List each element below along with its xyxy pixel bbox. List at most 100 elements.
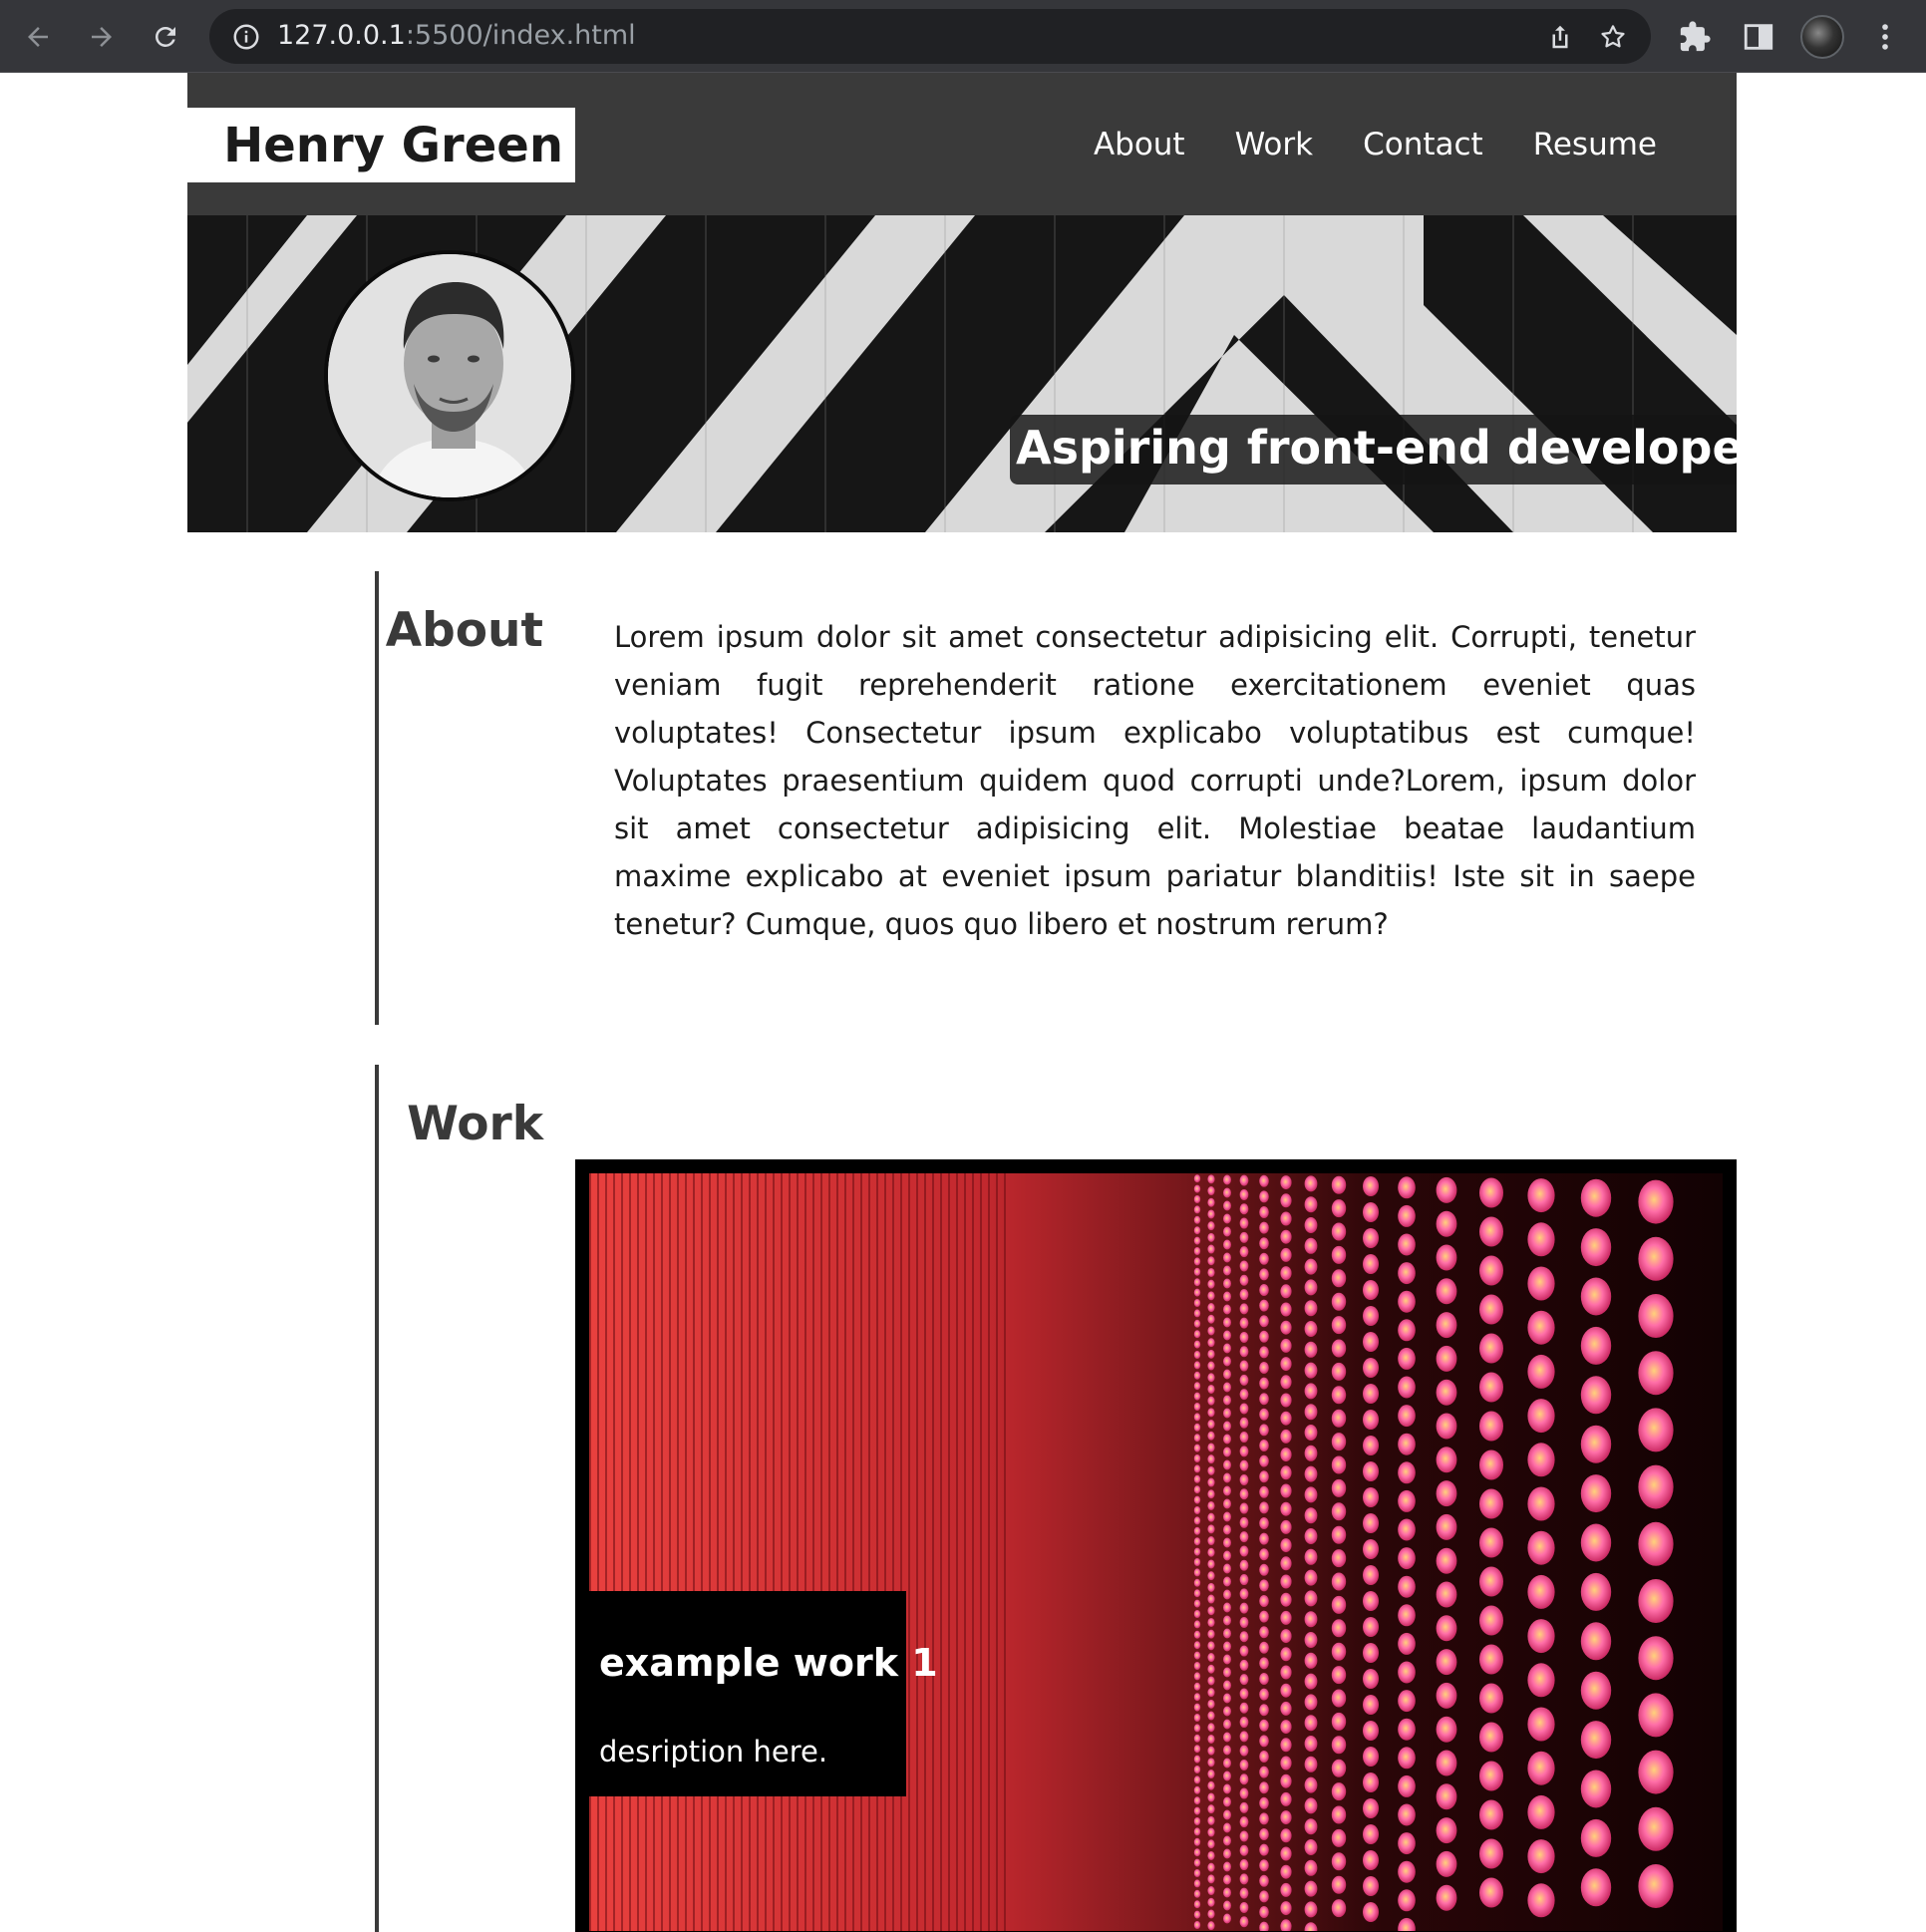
led-dot [1223, 1239, 1231, 1250]
led-dot [1331, 1199, 1347, 1218]
led-dot [1239, 1787, 1249, 1799]
led-dot [1363, 1358, 1379, 1378]
led-dot [1527, 1751, 1555, 1785]
led-dot [1193, 1714, 1201, 1722]
led-dot [1239, 1916, 1249, 1928]
led-dot [1280, 1429, 1292, 1444]
led-dot [1304, 1632, 1318, 1648]
led-dot [1239, 1545, 1249, 1557]
led-dot [1580, 1178, 1612, 1217]
led-dot [1259, 1408, 1269, 1421]
led-dot [1223, 1822, 1231, 1833]
led-dot [1398, 1518, 1416, 1541]
nav-link-resume[interactable]: Resume [1533, 123, 1657, 166]
led-dot [1331, 1455, 1347, 1474]
led-dot [1193, 1879, 1201, 1888]
led-dot [1223, 1174, 1231, 1185]
led-dot [1436, 1176, 1457, 1203]
led-dot [1363, 1669, 1379, 1689]
led-dot [1363, 1306, 1379, 1326]
led-dot [1304, 1548, 1318, 1565]
led-dot [1193, 1464, 1201, 1473]
led-dot [1479, 1488, 1503, 1519]
share-icon[interactable] [1545, 22, 1575, 52]
led-dot [1436, 1480, 1457, 1507]
led-dot [1398, 1547, 1416, 1570]
led-dot [1223, 1537, 1231, 1548]
led-dot [1436, 1581, 1457, 1608]
led-dot [1223, 1745, 1231, 1756]
led-dot [1207, 1909, 1215, 1919]
led-dot [1363, 1824, 1379, 1844]
led-dot [1259, 1548, 1269, 1561]
led-dot [1436, 1513, 1457, 1540]
extensions-puzzle-icon[interactable] [1678, 20, 1712, 54]
led-dot [1193, 1174, 1201, 1183]
led-dot [1304, 1673, 1318, 1690]
profile-avatar[interactable] [1800, 15, 1844, 59]
led-dot [1223, 1654, 1231, 1665]
led-dot [1479, 1333, 1503, 1364]
led-dot [1207, 1653, 1215, 1663]
nav-link-work[interactable]: Work [1235, 123, 1314, 166]
led-dot [1638, 1351, 1674, 1396]
reload-button[interactable] [146, 17, 185, 57]
led-dot [1259, 1440, 1269, 1451]
led-dot [1580, 1622, 1612, 1661]
led-dot [1239, 1260, 1249, 1272]
led-dot [1280, 1247, 1292, 1262]
led-dot [1280, 1320, 1292, 1335]
led-dot [1239, 1531, 1249, 1543]
led-dot [1259, 1595, 1269, 1607]
led-dot [1223, 1447, 1231, 1457]
side-panel-icon[interactable] [1742, 20, 1775, 54]
back-button[interactable] [18, 17, 58, 57]
forward-button[interactable] [82, 17, 122, 57]
browser-toolbar: 127.0.0.1:5500/index.html [0, 0, 1926, 73]
led-dot [1363, 1202, 1379, 1222]
led-dot [1239, 1731, 1249, 1743]
led-dot [1193, 1247, 1201, 1255]
led-dot [1259, 1454, 1269, 1467]
led-dot [1239, 1901, 1249, 1913]
address-bar[interactable]: 127.0.0.1:5500/index.html [209, 9, 1651, 64]
nav-link-contact[interactable]: Contact [1363, 123, 1483, 166]
led-dot [1223, 1382, 1231, 1393]
info-icon[interactable] [231, 22, 261, 52]
led-dot [1479, 1255, 1503, 1286]
bookmark-star-icon[interactable] [1598, 22, 1628, 52]
work-card[interactable]: example work 1 desription here. [575, 1159, 1737, 1932]
led-dot [1239, 1473, 1249, 1485]
led-dot [1223, 1589, 1231, 1600]
led-dot [1223, 1472, 1231, 1483]
url-text[interactable]: 127.0.0.1:5500/index.html [277, 20, 636, 52]
led-dot [1223, 1278, 1231, 1289]
led-dot [1193, 1662, 1201, 1670]
led-dot [1259, 1563, 1269, 1576]
led-dot [1331, 1736, 1347, 1755]
led-dot [1239, 1403, 1249, 1415]
led-dot [1193, 1309, 1201, 1318]
led-dot [1207, 1792, 1215, 1802]
led-dot [1527, 1794, 1555, 1829]
led-dot [1207, 1477, 1215, 1487]
led-dot [1331, 1759, 1347, 1777]
led-dot [1239, 1616, 1249, 1628]
led-dot [1398, 1176, 1416, 1199]
led-dot [1398, 1803, 1416, 1826]
led-dot [1436, 1278, 1457, 1305]
led-dot [1223, 1343, 1231, 1354]
work-divider [375, 1065, 379, 1932]
led-dot [1259, 1174, 1269, 1187]
led-dot [1259, 1719, 1269, 1732]
page-viewport: Henry Green About Work Contact Resume As… [0, 73, 1926, 1932]
led-dot [1479, 1799, 1503, 1830]
led-dot [1363, 1721, 1379, 1741]
nav-link-about[interactable]: About [1094, 123, 1185, 166]
led-dot [1207, 1559, 1215, 1569]
led-dot [1638, 1521, 1674, 1566]
led-dot [1259, 1610, 1269, 1623]
led-dot [1436, 1244, 1457, 1271]
led-dot [1280, 1302, 1292, 1317]
more-menu-icon[interactable] [1868, 20, 1902, 54]
